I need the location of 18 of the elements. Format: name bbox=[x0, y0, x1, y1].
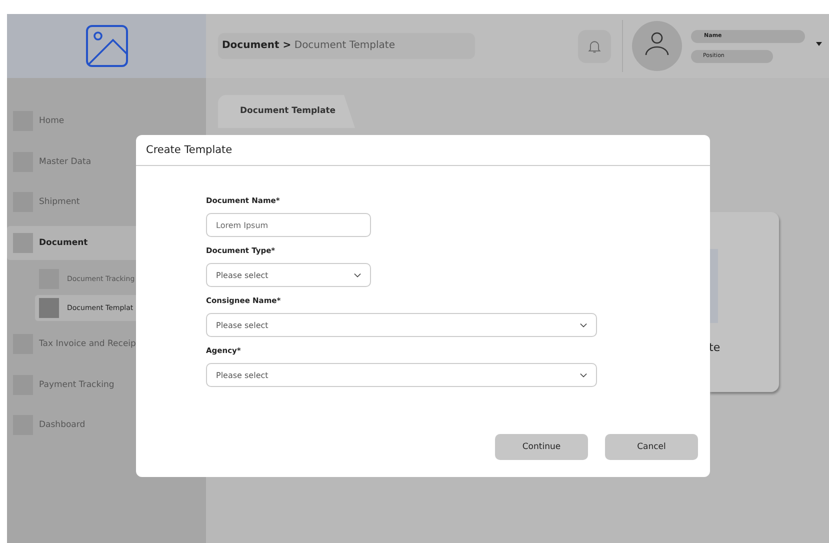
select-field[interactable]: Please select bbox=[206, 263, 371, 287]
breadcrumb: Document > Document Template bbox=[218, 33, 475, 59]
template-card[interactable]: te bbox=[709, 212, 779, 392]
chevron-down-icon bbox=[580, 322, 587, 328]
select-field[interactable]: Please select bbox=[206, 313, 597, 337]
cancel-button[interactable]: Cancel bbox=[605, 434, 698, 460]
avatar[interactable] bbox=[632, 21, 682, 71]
chevron-down-icon bbox=[580, 372, 587, 378]
input-field[interactable]: Lorem Ipsum bbox=[206, 213, 371, 237]
dialog-title: Create Template bbox=[146, 144, 232, 156]
bell-icon bbox=[588, 38, 601, 54]
image-placeholder-icon bbox=[84, 24, 128, 68]
continue-button[interactable]: Continue bbox=[495, 434, 588, 460]
caret-icon[interactable] bbox=[816, 42, 822, 46]
card-title: te bbox=[709, 341, 720, 354]
select-field[interactable]: Please select bbox=[206, 363, 597, 387]
chevron-down-icon bbox=[354, 272, 361, 278]
tab[interactable]: Document Template bbox=[218, 95, 355, 128]
